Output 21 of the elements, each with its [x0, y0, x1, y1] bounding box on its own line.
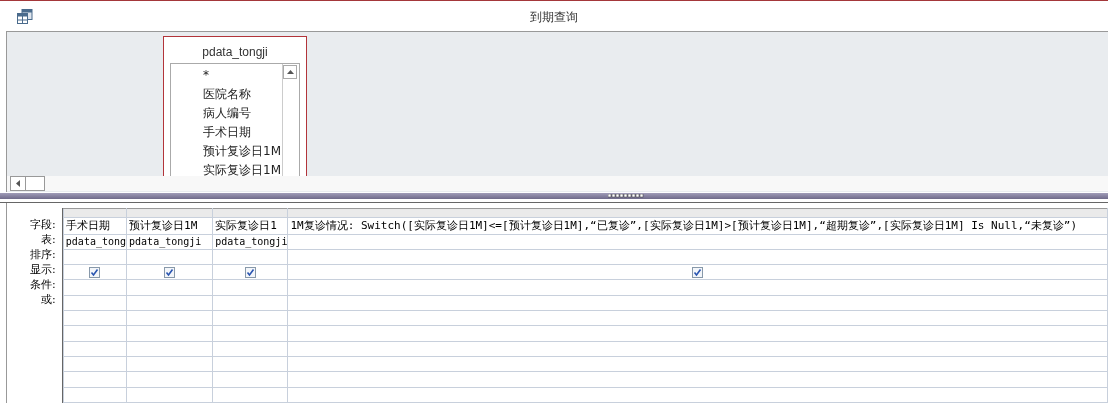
field-item[interactable]: 医院名称	[203, 87, 251, 101]
field-cell[interactable]: 1M复诊情况: Switch([实际复诊日1M]<=[预计复诊日1M],“已复诊”,[实际复诊日1M]>[预计复诊日1M],“超期复诊”,[实际复诊日1M] Is Null,“未复诊”)	[287, 217, 1108, 234]
row-label: 条件:	[30, 278, 56, 291]
field-cell[interactable]: 预计复诊日1M	[126, 217, 213, 234]
row-label: 显示:	[30, 263, 56, 276]
field-item[interactable]: 预计复诊日1M	[203, 144, 281, 158]
row-label: 字段:	[30, 218, 56, 231]
field-item[interactable]: 病人编号	[203, 106, 251, 120]
field-cell[interactable]: 手术日期	[63, 217, 127, 234]
table-cell[interactable]: pdata_tong	[63, 234, 127, 250]
field-item[interactable]: *	[203, 68, 209, 82]
table-cell[interactable]: pdata_tongji	[212, 234, 288, 250]
row-label: 或:	[41, 293, 56, 306]
row-label: 表:	[41, 233, 56, 246]
row-label: 排序:	[30, 248, 56, 261]
table-name: pdata_tongji	[202, 45, 268, 59]
field-item[interactable]: 实际复诊日1M	[203, 163, 281, 176]
window-title: 到期查询	[530, 10, 578, 24]
field-item[interactable]: 手术日期	[203, 125, 251, 139]
table-cell[interactable]: pdata_tongji	[126, 234, 213, 250]
field-cell[interactable]: 实际复诊日1	[212, 217, 288, 234]
